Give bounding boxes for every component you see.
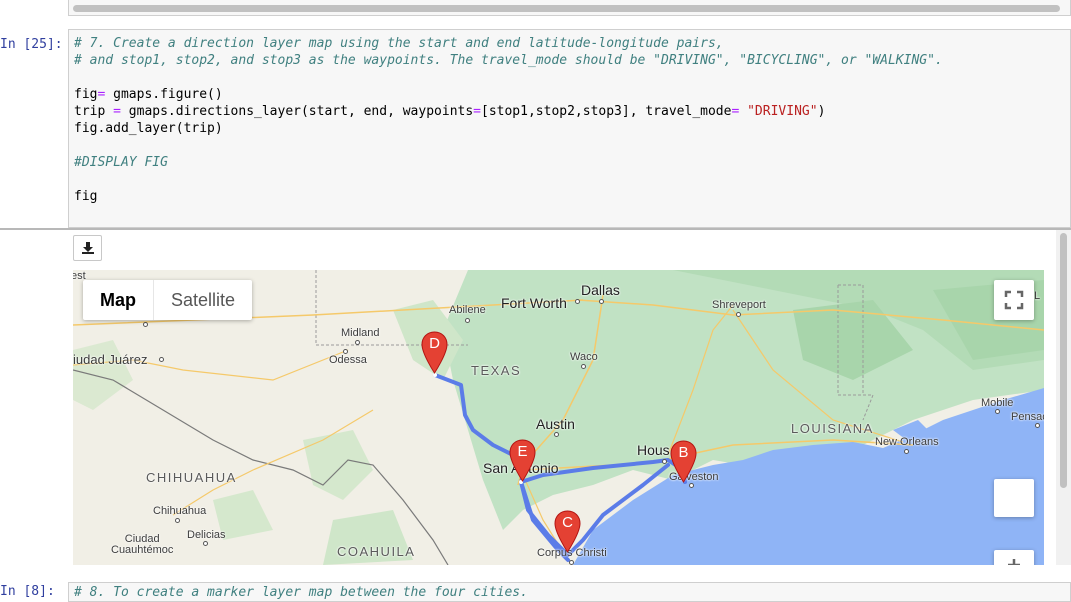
marker-label: E xyxy=(517,443,528,460)
city-dot xyxy=(554,432,559,437)
city-dot xyxy=(689,483,694,488)
fullscreen-icon xyxy=(1004,290,1024,310)
city-dot xyxy=(581,364,586,369)
map-marker-b[interactable]: B xyxy=(670,440,697,483)
map-label: Shreveport xyxy=(712,299,766,311)
map-label: Waco xyxy=(570,351,598,363)
marker-label: C xyxy=(562,514,573,531)
map-label: New Orleans xyxy=(875,436,939,448)
map-region-label: CHIHUAHUA xyxy=(146,470,237,485)
code-token: [stop1,stop2,stop3], travel_mode xyxy=(481,104,732,119)
code-token: gmaps.directions_layer(start, end, waypo… xyxy=(120,104,474,119)
google-map[interactable]: est Abilene Fort Worth Dallas Shreveport… xyxy=(73,270,1044,565)
cell-prompt: In [8]: xyxy=(0,584,55,599)
city-dot xyxy=(1035,423,1040,428)
code-editor[interactable]: # 7. Create a direction layer map using … xyxy=(74,35,943,205)
city-dot xyxy=(203,541,208,546)
map-label: Chihuahua xyxy=(153,505,207,517)
map-label: Hous xyxy=(637,442,670,458)
map-label: Pensac xyxy=(1011,411,1044,423)
marker-label: B xyxy=(678,444,689,461)
zoom-in-icon xyxy=(1008,559,1020,565)
map-label: Mobile xyxy=(981,397,1014,409)
city-dot xyxy=(662,459,667,464)
city-dot xyxy=(143,322,148,327)
map-label: Odessa xyxy=(329,354,367,366)
code-editor[interactable]: # 8. To create a marker layer map betwee… xyxy=(74,584,528,601)
zoom-control[interactable] xyxy=(994,550,1034,565)
code-cell-input[interactable]: # 8. To create a marker layer map betwee… xyxy=(68,582,1071,602)
code-token: ) xyxy=(817,104,826,119)
code-comment: # and stop1, stop2, and stop3 as the way… xyxy=(74,53,943,68)
code-token: fig xyxy=(74,87,98,102)
map-label: Ciudad Cuauhtémoc xyxy=(111,533,174,556)
city-dot xyxy=(904,449,909,454)
map-region-label: TEXAS xyxy=(471,363,522,378)
code-operator: = xyxy=(113,104,121,119)
map-label: Austin xyxy=(536,416,575,432)
map-label: L xyxy=(1034,290,1041,302)
download-icon xyxy=(82,242,94,254)
map-type-satellite-button[interactable]: Satellite xyxy=(153,280,252,320)
map-marker-d[interactable]: D xyxy=(421,331,448,374)
code-comment: # 8. To create a marker layer map betwee… xyxy=(74,585,528,600)
cell-prompt: In [25]: xyxy=(0,37,63,52)
map-label: Dallas xyxy=(581,282,620,298)
city-dot xyxy=(159,357,164,362)
output-vertical-scrollbar[interactable] xyxy=(1056,230,1071,565)
marker-label: D xyxy=(429,335,440,352)
scrollbar-thumb[interactable] xyxy=(73,5,1060,12)
scrollbar-thumb[interactable] xyxy=(1060,233,1067,488)
city-dot xyxy=(569,560,574,565)
pegman-control[interactable] xyxy=(994,479,1034,517)
fullscreen-button[interactable] xyxy=(994,280,1034,320)
code-cell-input[interactable]: # 7. Create a direction layer map using … xyxy=(68,29,1071,228)
map-label: Abilene xyxy=(449,304,486,316)
code-token: fig xyxy=(74,189,98,204)
map-marker-e[interactable]: E xyxy=(509,439,536,482)
code-string: "DRIVING" xyxy=(747,104,818,119)
horizontal-scrollbar[interactable] xyxy=(68,0,1071,16)
map-label: Midland xyxy=(341,327,380,339)
map-type-control: Map Satellite xyxy=(83,280,253,320)
city-dot xyxy=(465,318,470,323)
code-token: gmaps.figure() xyxy=(105,87,223,102)
map-label: Delicias xyxy=(187,529,226,541)
code-token: fig.add_layer(trip) xyxy=(74,121,223,136)
code-comment: # 7. Create a direction layer map using … xyxy=(74,36,724,51)
map-label: Fort Worth xyxy=(501,295,567,311)
city-dot xyxy=(575,299,580,304)
map-region-label: COAHUILA xyxy=(337,544,416,559)
code-comment: #DISPLAY FIG xyxy=(74,155,168,170)
map-region-label: LOUISIANA xyxy=(791,421,874,436)
map-label: iudad Juárez xyxy=(73,352,148,367)
city-dot xyxy=(355,340,360,345)
map-type-map-button[interactable]: Map xyxy=(83,280,153,320)
code-operator: = xyxy=(473,104,481,119)
city-dot xyxy=(736,312,741,317)
city-dot xyxy=(995,409,1000,414)
code-token: trip xyxy=(74,104,114,119)
map-marker-c[interactable]: C xyxy=(554,510,581,553)
city-dot xyxy=(175,518,180,523)
city-dot xyxy=(599,299,604,304)
download-button[interactable] xyxy=(73,235,102,261)
